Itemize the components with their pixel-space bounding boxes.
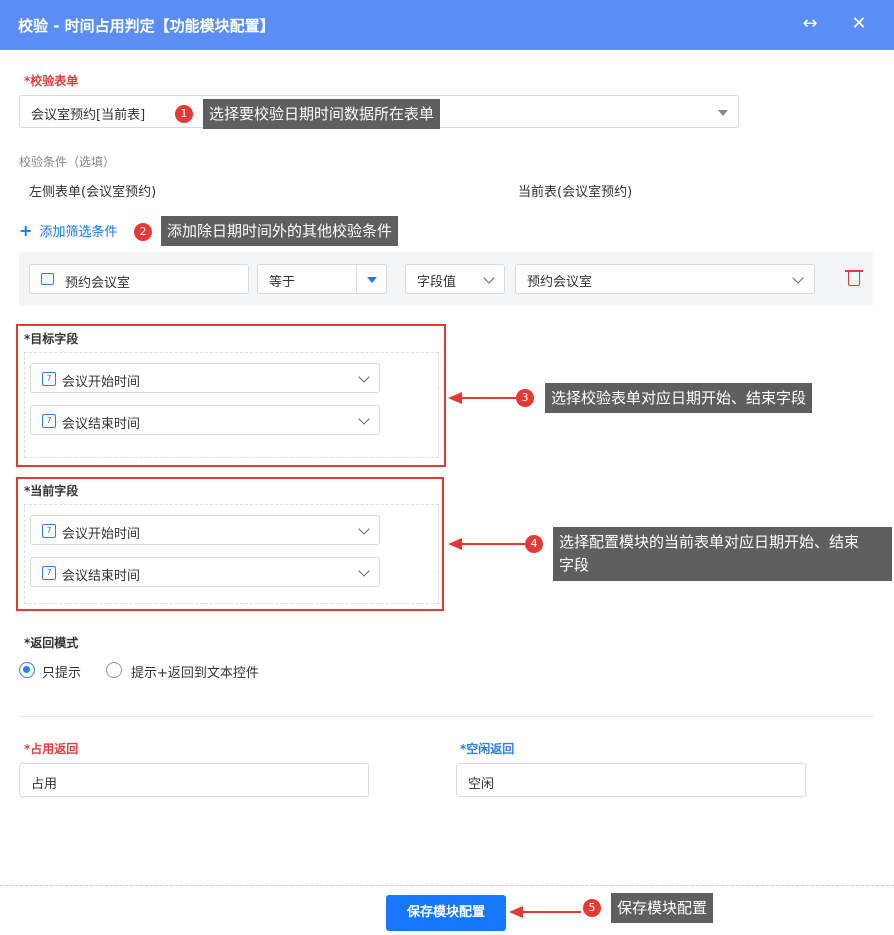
target-start-select[interactable]: 7 会议开始时间: [30, 363, 380, 393]
chevron-down-icon: [358, 371, 370, 383]
current-end-select[interactable]: 7 会议结束时间: [30, 557, 380, 587]
current-label: *当前字段: [24, 484, 79, 498]
value-type-value: 字段值: [417, 275, 457, 290]
chevron-down-icon: [792, 272, 804, 284]
target-end-value: 会议结束时间: [62, 417, 141, 432]
occupied-value: 占用: [31, 777, 58, 792]
expand-icon[interactable]: ↔: [797, 12, 823, 36]
tip-4: 选择配置模块的当前表单对应日期开始、结束 字段: [553, 527, 892, 581]
left-form-label: 左侧表单(会议室预约): [29, 185, 157, 200]
target-label: *目标字段: [24, 332, 79, 346]
current-table-label: 当前表(会议室预约): [518, 185, 633, 200]
return-mode-label: *返回模式: [24, 636, 79, 650]
filter-value-select[interactable]: 预约会议室: [515, 264, 815, 294]
tip-2: 添加除日期时间外的其他校验条件: [161, 216, 399, 246]
trash-icon[interactable]: [848, 272, 860, 286]
add-filter-label: 添加筛选条件: [39, 225, 118, 240]
calendar-icon: 7: [42, 372, 56, 386]
trash-lid: [845, 270, 863, 272]
dialog-title: 校验 - 时间占用判定【功能模块配置】: [18, 17, 275, 35]
field-icon: [41, 273, 54, 285]
free-value: 空闲: [468, 777, 495, 792]
badge-4: 4: [525, 535, 543, 553]
current-start-select[interactable]: 7 会议开始时间: [30, 515, 380, 545]
current-start-value: 会议开始时间: [62, 527, 141, 542]
caret-down-icon: [367, 277, 377, 283]
badge-1: 1: [175, 105, 193, 123]
calendar-icon: 7: [42, 524, 56, 538]
tip-4-line2: 字段: [559, 556, 590, 574]
tip-5: 保存模块配置: [611, 893, 714, 923]
save-button[interactable]: 保存模块配置: [386, 895, 506, 931]
dialog-titlebar: 校验 - 时间占用判定【功能模块配置】 ↔ ✕: [0, 0, 894, 50]
close-icon[interactable]: ✕: [846, 12, 872, 36]
condition-label: 校验条件（选填）: [19, 155, 116, 169]
tip-3: 选择校验表单对应日期开始、结束字段: [545, 383, 813, 413]
chevron-down-icon: [358, 413, 370, 425]
badge-3: 3: [516, 389, 534, 407]
chevron-down-icon: [483, 272, 495, 284]
value-type-select[interactable]: 字段值: [405, 264, 505, 294]
free-input[interactable]: 空闲: [456, 763, 806, 797]
divider: [19, 716, 873, 717]
footer-divider: [0, 885, 894, 886]
chevron-down-icon: [358, 523, 370, 535]
check-form-value: 会议室预约[当前表]: [31, 108, 146, 123]
target-start-value: 会议开始时间: [62, 375, 141, 390]
chevron-down-icon: [358, 565, 370, 577]
radio-unchecked-icon: [106, 662, 122, 678]
radio-tip-return[interactable]: 提示+返回到文本控件: [106, 661, 296, 681]
add-filter-button[interactable]: + 添加筛选条件: [19, 221, 118, 240]
arrow-3: [448, 392, 516, 404]
calendar-icon: 7: [42, 566, 56, 580]
target-end-select[interactable]: 7 会议结束时间: [30, 405, 380, 435]
tip-4-line1: 选择配置模块的当前表单对应日期开始、结束: [559, 533, 860, 551]
badge-2: 2: [134, 223, 152, 241]
caret-down-icon: [718, 110, 728, 116]
radio-checked-icon: [19, 662, 35, 678]
filter-field-select[interactable]: 预约会议室: [29, 264, 249, 294]
operator-select[interactable]: 等于: [257, 264, 387, 294]
free-label: *空闲返回: [460, 742, 515, 756]
radio-tip-return-label: 提示+返回到文本控件: [131, 666, 259, 681]
occupied-label: *占用返回: [24, 742, 79, 756]
radio-only-tip[interactable]: 只提示: [19, 661, 99, 681]
operator-divider: [356, 265, 357, 293]
plus-icon: +: [19, 221, 33, 240]
operator-value: 等于: [269, 275, 296, 290]
occupied-input[interactable]: 占用: [19, 763, 369, 797]
arrow-5: [509, 906, 581, 918]
tip-1: 选择要校验日期时间数据所在表单: [203, 99, 441, 129]
current-end-value: 会议结束时间: [62, 569, 141, 584]
arrow-4: [448, 538, 525, 550]
radio-only-tip-label: 只提示: [42, 666, 82, 681]
badge-5: 5: [583, 899, 601, 917]
check-form-label: *校验表单: [24, 74, 79, 88]
filter-row: 预约会议室 等于 字段值 预约会议室: [19, 252, 873, 305]
filter-field-value: 预约会议室: [65, 276, 131, 291]
calendar-icon: 7: [42, 414, 56, 428]
filter-value: 预约会议室: [527, 275, 593, 290]
